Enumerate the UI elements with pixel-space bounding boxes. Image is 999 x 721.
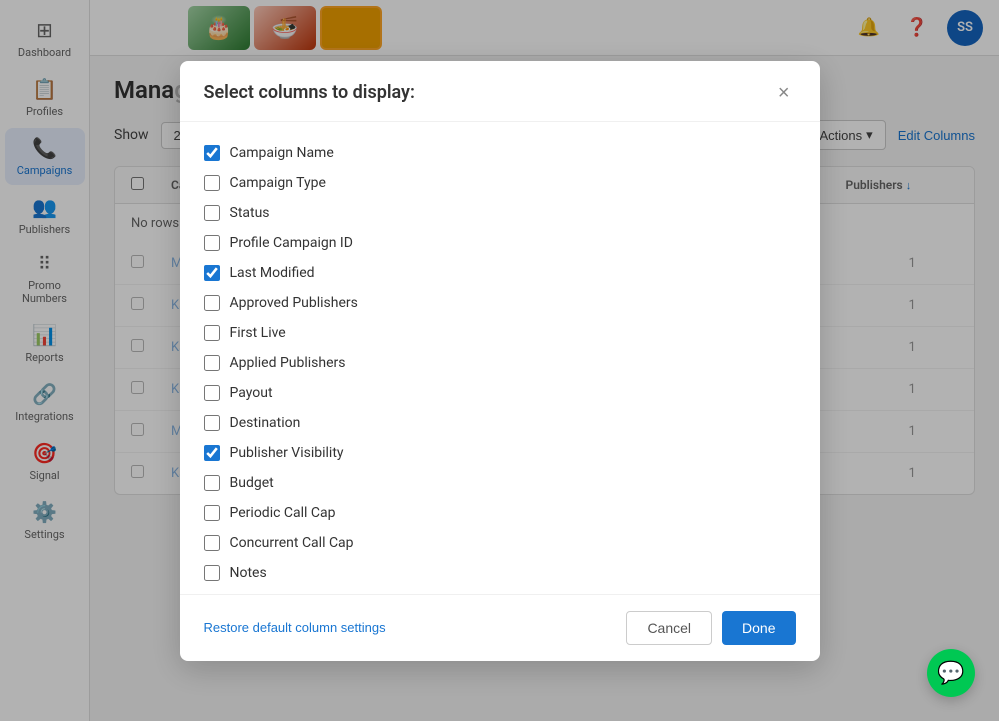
modal-overlay: Select columns to display: × Campaign Na… bbox=[0, 0, 999, 721]
checkbox-label-notes[interactable]: Notes bbox=[230, 565, 267, 581]
checkbox-item-applied_publishers: Applied Publishers bbox=[204, 348, 796, 378]
checkbox-notes[interactable] bbox=[204, 565, 220, 581]
checkbox-status[interactable] bbox=[204, 205, 220, 221]
checkbox-label-status[interactable]: Status bbox=[230, 205, 270, 221]
chat-bubble-button[interactable]: 💬 bbox=[927, 649, 975, 697]
checkbox-profile_campaign_id[interactable] bbox=[204, 235, 220, 251]
checkbox-list: Campaign Name Campaign Type Status Profile … bbox=[204, 138, 796, 594]
checkbox-item-profile_campaign_id: Profile Campaign ID bbox=[204, 228, 796, 258]
checkbox-label-publisher_visibility[interactable]: Publisher Visibility bbox=[230, 445, 344, 461]
checkbox-budget[interactable] bbox=[204, 475, 220, 491]
checkbox-publisher_visibility[interactable] bbox=[204, 445, 220, 461]
checkbox-label-periodic_call_cap[interactable]: Periodic Call Cap bbox=[230, 505, 336, 521]
modal-close-button[interactable]: × bbox=[772, 81, 796, 105]
checkbox-label-destination[interactable]: Destination bbox=[230, 415, 301, 431]
checkbox-applied_publishers[interactable] bbox=[204, 355, 220, 371]
checkbox-approved_publishers[interactable] bbox=[204, 295, 220, 311]
checkbox-item-notes: Notes bbox=[204, 558, 796, 588]
checkbox-first_live[interactable] bbox=[204, 325, 220, 341]
checkbox-label-concurrent_call_cap[interactable]: Concurrent Call Cap bbox=[230, 535, 354, 551]
checkbox-label-budget[interactable]: Budget bbox=[230, 475, 274, 491]
restore-defaults-button[interactable]: Restore default column settings bbox=[204, 620, 386, 635]
chat-icon: 💬 bbox=[937, 661, 964, 686]
modal-title: Select columns to display: bbox=[204, 82, 415, 103]
checkbox-label-payout[interactable]: Payout bbox=[230, 385, 273, 401]
checkbox-item-concurrent_call_cap: Concurrent Call Cap bbox=[204, 528, 796, 558]
checkbox-payout[interactable] bbox=[204, 385, 220, 401]
checkbox-item-publisher_visibility: Publisher Visibility bbox=[204, 438, 796, 468]
modal-header: Select columns to display: × bbox=[180, 61, 820, 122]
checkbox-item-campaign_type: Campaign Type bbox=[204, 168, 796, 198]
checkbox-campaign_name[interactable] bbox=[204, 145, 220, 161]
checkbox-item-payout: Payout bbox=[204, 378, 796, 408]
checkbox-item-first_live: First Live bbox=[204, 318, 796, 348]
checkbox-label-first_live[interactable]: First Live bbox=[230, 325, 286, 341]
checkbox-label-last_modified[interactable]: Last Modified bbox=[230, 265, 315, 281]
checkbox-label-approved_publishers[interactable]: Approved Publishers bbox=[230, 295, 358, 311]
checkbox-periodic_call_cap[interactable] bbox=[204, 505, 220, 521]
checkbox-item-periodic_call_cap: Periodic Call Cap bbox=[204, 498, 796, 528]
checkbox-label-profile_campaign_id[interactable]: Profile Campaign ID bbox=[230, 235, 353, 251]
checkbox-item-last_modified: Last Modified bbox=[204, 258, 796, 288]
modal-footer: Restore default column settings Cancel D… bbox=[180, 594, 820, 661]
checkbox-campaign_type[interactable] bbox=[204, 175, 220, 191]
footer-buttons: Cancel Done bbox=[626, 611, 795, 645]
cancel-button[interactable]: Cancel bbox=[626, 611, 712, 645]
checkbox-label-applied_publishers[interactable]: Applied Publishers bbox=[230, 355, 346, 371]
checkbox-item-status: Status bbox=[204, 198, 796, 228]
checkbox-destination[interactable] bbox=[204, 415, 220, 431]
checkbox-item-campaign_name: Campaign Name bbox=[204, 138, 796, 168]
checkbox-label-campaign_type[interactable]: Campaign Type bbox=[230, 175, 326, 191]
select-columns-modal: Select columns to display: × Campaign Na… bbox=[180, 61, 820, 661]
checkbox-item-budget: Budget bbox=[204, 468, 796, 498]
checkbox-concurrent_call_cap[interactable] bbox=[204, 535, 220, 551]
checkbox-item-approved_publishers: Approved Publishers bbox=[204, 288, 796, 318]
modal-body: Campaign Name Campaign Type Status Profile … bbox=[180, 122, 820, 594]
checkbox-last_modified[interactable] bbox=[204, 265, 220, 281]
checkbox-label-campaign_name[interactable]: Campaign Name bbox=[230, 145, 334, 161]
checkbox-item-destination: Destination bbox=[204, 408, 796, 438]
done-button[interactable]: Done bbox=[722, 611, 795, 645]
